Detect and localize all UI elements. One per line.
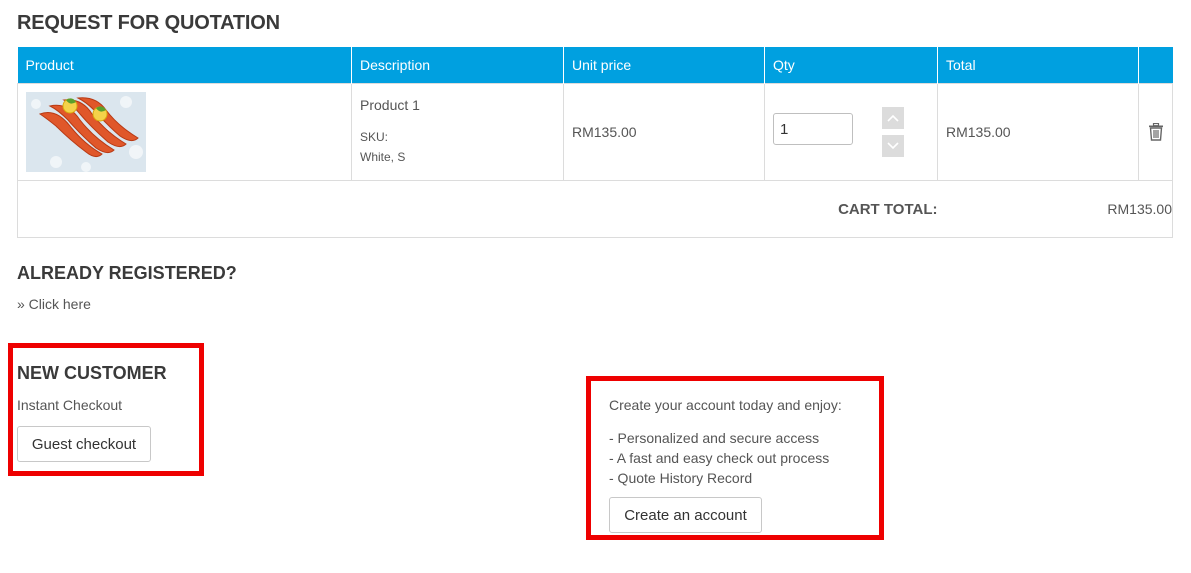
instant-checkout-text: Instant Checkout — [17, 397, 123, 413]
benefit-item: - A fast and easy check out process — [609, 450, 830, 466]
column-header-description: Description — [351, 47, 564, 84]
product-name[interactable]: Product 1 — [360, 97, 563, 113]
create-account-intro: Create your account today and enjoy: — [609, 397, 842, 413]
benefit-item: - Quote History Record — [609, 470, 753, 486]
product-variant: White, S — [360, 150, 406, 164]
already-registered-heading: ALREADY REGISTERED? — [17, 263, 237, 283]
benefit-item: - Personalized and secure access — [609, 430, 820, 446]
chevron-up-icon — [887, 114, 899, 122]
quantity-stepper — [773, 107, 937, 157]
cart-total-row: CART TOTAL: RM135.00 — [17, 180, 1173, 238]
description-cell: Product 1 SKU: White, S — [351, 83, 564, 181]
qty-increment-button[interactable] — [882, 107, 904, 129]
table-row: Product 1 SKU: White, S RM135.00 1 RM135… — [17, 83, 1173, 181]
cart-table: Product Description Unit price Qty Total — [17, 47, 1173, 238]
shrimp-image-art — [26, 92, 146, 172]
column-header-actions — [1138, 47, 1173, 84]
guest-checkout-button[interactable]: Guest checkout — [17, 426, 151, 462]
page-title: REQUEST FOR QUOTATION — [17, 12, 280, 34]
trash-icon — [1148, 123, 1163, 141]
shrimp-product-image[interactable] — [26, 92, 146, 172]
quantity-input[interactable] — [773, 113, 853, 145]
cart-total-label: CART TOTAL: — [17, 180, 938, 238]
qty-cell — [764, 83, 938, 181]
qty-decrement-button[interactable] — [882, 135, 904, 157]
total-cell: RM135.00 — [937, 83, 1139, 181]
column-header-qty: Qty — [764, 47, 938, 84]
chevron-down-icon — [887, 142, 899, 150]
unit-price-cell: RM135.00 — [563, 83, 765, 181]
product-sku: SKU: — [360, 130, 389, 144]
product-cell — [17, 83, 352, 181]
column-header-product: Product — [17, 47, 352, 84]
benefits-list: - Personalized and secure access - A fas… — [609, 428, 829, 488]
remove-item-button[interactable] — [1139, 123, 1172, 141]
cart-header-row: Product Description Unit price Qty Total — [17, 47, 1173, 84]
create-account-button[interactable]: Create an account — [609, 497, 762, 533]
login-link[interactable]: » Click here — [17, 296, 91, 312]
new-customer-heading: NEW CUSTOMER — [17, 363, 167, 383]
actions-cell — [1138, 83, 1173, 181]
cart-total-value: RM135.00 — [937, 180, 1173, 238]
column-header-unit-price: Unit price — [563, 47, 765, 84]
column-header-total: Total — [937, 47, 1139, 84]
